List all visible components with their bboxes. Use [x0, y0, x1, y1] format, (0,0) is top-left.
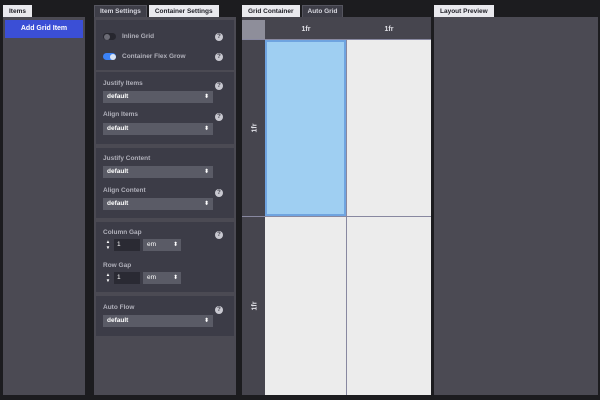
container-flex-grow-label: Container Flex Grow	[122, 53, 186, 60]
justify-items-label: Justify Items	[103, 80, 143, 87]
content-alignment-card: Justify Content default ⬍ Align Content ?…	[96, 148, 234, 218]
align-content-label: Align Content	[103, 187, 146, 194]
inline-grid-toggle[interactable]	[103, 33, 116, 40]
tab-item-settings[interactable]: Item Settings	[94, 5, 147, 17]
align-content-select[interactable]: default ⬍	[103, 198, 213, 210]
grid-cell-selected[interactable]	[265, 40, 346, 216]
chevron-updown-icon: ⬍	[172, 242, 178, 248]
chevron-updown-icon: ⬍	[203, 94, 209, 100]
help-icon[interactable]: ?	[215, 82, 223, 90]
column-header[interactable]: 1fr	[265, 21, 347, 39]
row-gap-label: Row Gap	[103, 262, 132, 269]
tab-layout-preview[interactable]: Layout Preview	[434, 5, 494, 17]
chevron-updown-icon: ⬍	[203, 169, 209, 175]
grid-cell[interactable]	[347, 40, 431, 216]
column-gap-stepper[interactable]: ▲ ▼	[103, 239, 113, 251]
chevron-updown-icon: ⬍	[172, 275, 178, 281]
justify-content-select[interactable]: default ⬍	[103, 166, 213, 178]
inline-grid-label: Inline Grid	[122, 33, 155, 40]
grid-corner	[242, 20, 265, 40]
preview-tabbar: Layout Preview	[434, 5, 494, 17]
container-settings-panel: Inline Grid ? Container Flex Grow ? Just…	[94, 17, 236, 395]
container-flex-grow-toggle[interactable]	[103, 53, 116, 60]
row-header[interactable]: 1fr	[246, 217, 264, 395]
grid-line	[346, 40, 347, 395]
tab-items[interactable]: Items	[3, 5, 32, 17]
row-header[interactable]: 1fr	[246, 40, 264, 216]
grid-line	[242, 39, 431, 40]
settings-tabbar: Item Settings Container Settings	[94, 5, 219, 17]
grid-tabbar: Grid Container Auto Grid	[242, 5, 344, 17]
row-gap-unit-select[interactable]: em ⬍	[143, 272, 181, 284]
row-gap-stepper[interactable]: ▲ ▼	[103, 272, 113, 284]
toggles-card: Inline Grid ? Container Flex Grow ?	[96, 20, 234, 70]
column-gap-input[interactable]: 1	[114, 239, 140, 251]
auto-flow-label: Auto Flow	[103, 304, 135, 311]
column-gap-control: ▲ ▼ 1 em ⬍	[103, 239, 181, 251]
items-tabbar: Items	[3, 5, 32, 17]
items-alignment-card: Justify Items ? default ⬍ Align Items ? d…	[96, 72, 234, 144]
chevron-updown-icon: ⬍	[203, 201, 209, 207]
items-panel: Add Grid Item	[3, 17, 85, 395]
gap-card: Column Gap ? ▲ ▼ 1 em ⬍ Row Gap ▲ ▼ 1 em ⬍	[96, 222, 234, 292]
add-grid-item-button[interactable]: Add Grid Item	[5, 20, 83, 38]
justify-items-select[interactable]: default ⬍	[103, 91, 213, 103]
chevron-updown-icon: ⬍	[203, 318, 209, 324]
justify-content-label: Justify Content	[103, 155, 151, 162]
auto-flow-select[interactable]: default ⬍	[103, 315, 213, 327]
row-gap-control: ▲ ▼ 1 em ⬍	[103, 272, 181, 284]
help-icon[interactable]: ?	[215, 189, 223, 197]
column-header[interactable]: 1fr	[347, 21, 431, 39]
tab-grid-container[interactable]: Grid Container	[242, 5, 300, 17]
help-icon[interactable]: ?	[215, 113, 223, 121]
grid-container-panel: 1fr 1fr 1fr 1fr	[242, 17, 431, 395]
align-items-label: Align Items	[103, 111, 139, 118]
grid-cell[interactable]	[347, 217, 431, 395]
layout-preview-panel	[434, 17, 598, 395]
row-gap-input[interactable]: 1	[114, 272, 140, 284]
grid-cell[interactable]	[265, 217, 346, 395]
help-icon[interactable]: ?	[215, 231, 223, 239]
help-icon[interactable]: ?	[215, 33, 223, 41]
help-icon[interactable]: ?	[215, 53, 223, 61]
column-gap-label: Column Gap	[103, 229, 142, 236]
grid-line	[242, 216, 431, 217]
column-gap-unit-select[interactable]: em ⬍	[143, 239, 181, 251]
tab-container-settings[interactable]: Container Settings	[148, 5, 219, 17]
tab-auto-grid[interactable]: Auto Grid	[301, 5, 344, 17]
